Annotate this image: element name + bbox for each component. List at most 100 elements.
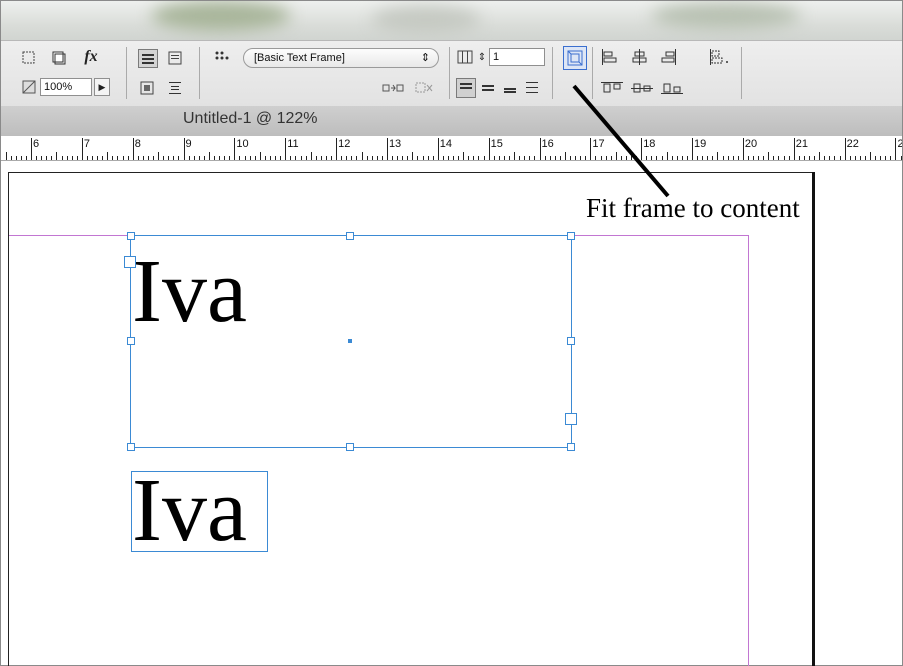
- frame-handle-bottom-right[interactable]: [567, 443, 575, 451]
- ruler-minor-tick: [56, 152, 58, 160]
- align-left-edges-icon[interactable]: [599, 47, 619, 67]
- ruler-minor-tick: [809, 156, 810, 160]
- ruler-minor-tick: [280, 156, 282, 160]
- fit-frame-to-content-icon[interactable]: [563, 46, 587, 70]
- distribute-top-icon[interactable]: [599, 79, 625, 97]
- frame-handle-bottom-middle[interactable]: [346, 443, 354, 451]
- ruler-minor-tick: [747, 156, 749, 160]
- ruler-minor-tick: [173, 156, 175, 160]
- ruler-minor-tick: [758, 156, 760, 160]
- frame-text-fitted[interactable]: Iva: [132, 466, 247, 556]
- ruler-minor-tick: [371, 156, 373, 160]
- ruler-minor-tick: [727, 156, 729, 160]
- frame-text-large[interactable]: Iva: [132, 247, 247, 337]
- drop-shadow-icon[interactable]: [51, 50, 67, 66]
- columns-icon: [456, 48, 474, 66]
- ruler-minor-tick: [544, 156, 546, 160]
- ruler-minor-tick: [849, 156, 851, 160]
- ruler-major-tick: [81, 138, 83, 160]
- object-style-dropdown[interactable]: [Basic Text Frame] ⇕: [243, 48, 439, 68]
- ruler-minor-tick: [259, 152, 261, 160]
- frame-handle-middle-left[interactable]: [127, 337, 135, 345]
- ruler-minor-tick: [570, 156, 571, 160]
- object-style-value: [Basic Text Frame]: [254, 52, 345, 64]
- ruler-major-tick: [844, 138, 846, 160]
- ruler-minor-tick: [661, 156, 663, 160]
- columns-field[interactable]: 1: [489, 48, 545, 66]
- columns-stepper-icon[interactable]: ⇕: [476, 48, 488, 66]
- ruler-minor-tick: [198, 156, 200, 160]
- page-edge-right: [812, 172, 815, 666]
- ruler-minor-tick: [315, 156, 317, 160]
- frame-handle-top-right[interactable]: [567, 232, 575, 240]
- align-horizontal-centers-icon[interactable]: [629, 47, 649, 67]
- ruler-minor-tick: [859, 156, 861, 160]
- align-text-bottom-icon[interactable]: [501, 78, 519, 96]
- ruler-minor-tick: [580, 156, 582, 160]
- frame-select-icon[interactable]: [21, 50, 37, 66]
- ruler-minor-tick: [798, 156, 800, 160]
- ruler-major-tick: [793, 138, 795, 160]
- ruler-minor-tick: [392, 156, 394, 160]
- frame-center-point[interactable]: [348, 339, 352, 343]
- frame-out-port-handle[interactable]: [565, 413, 577, 425]
- align-text-center-icon[interactable]: [479, 78, 497, 96]
- ruler-minor-tick: [5, 152, 7, 160]
- ruler-minor-tick: [508, 156, 510, 160]
- text-frame-options-icon[interactable]: [166, 49, 184, 66]
- ruler-minor-tick: [493, 156, 495, 160]
- align-right-edges-icon[interactable]: [659, 47, 679, 67]
- ruler-minor-tick: [819, 152, 821, 160]
- align-text-left-icon[interactable]: [456, 78, 476, 98]
- flip-icon[interactable]: [413, 80, 435, 96]
- opacity-field[interactable]: 100%: [40, 78, 92, 96]
- ruler-minor-tick: [768, 152, 770, 160]
- vertical-justification-icon[interactable]: [166, 79, 184, 96]
- frame-handle-bottom-left[interactable]: [127, 443, 135, 451]
- horizontal-ruler[interactable]: 6 7 8 9 10 11 12 13 14 15 16 17 18 19 20 21 22 23: [1, 136, 902, 161]
- ruler-minor-tick: [168, 156, 170, 160]
- ruler-minor-tick: [61, 156, 63, 160]
- ruler-minor-tick: [432, 156, 434, 160]
- ruler-minor-tick: [203, 156, 205, 160]
- ruler-label: 7: [83, 138, 90, 150]
- ruler-minor-tick: [412, 152, 414, 160]
- distribute-bottom-icon[interactable]: [659, 79, 685, 97]
- ruler-label: 16: [541, 138, 554, 150]
- ruler-minor-tick: [447, 156, 449, 160]
- frame-fitting-icon[interactable]: [138, 79, 156, 96]
- ruler-minor-tick: [86, 156, 88, 160]
- ruler-minor-tick: [442, 156, 444, 160]
- ruler-minor-tick: [320, 156, 322, 160]
- ruler-minor-tick: [534, 156, 536, 160]
- ruler-major-tick: [895, 138, 897, 160]
- align-text-justify-icon[interactable]: [523, 78, 541, 96]
- frame-handle-top-left[interactable]: [127, 232, 135, 240]
- ruler-major-tick: [336, 138, 338, 160]
- ruler-minor-tick: [397, 156, 399, 160]
- ruler-minor-tick: [666, 152, 668, 160]
- ruler-minor-tick: [407, 156, 409, 160]
- text-wrap-icon[interactable]: [138, 49, 158, 68]
- link-frames-icon[interactable]: [381, 80, 405, 96]
- annotation-label: Fit frame to content: [586, 193, 800, 223]
- document-tab-title[interactable]: Untitled-1 @ 122%: [183, 110, 318, 128]
- opacity-menu-arrow-icon[interactable]: ▶: [94, 78, 110, 96]
- frame-handle-middle-right[interactable]: [567, 337, 575, 345]
- frame-in-port-handle[interactable]: [124, 256, 136, 268]
- ruler-minor-tick: [117, 156, 119, 160]
- frame-handle-top-middle[interactable]: [346, 232, 354, 240]
- ruler-label: 9: [185, 138, 192, 150]
- ruler-minor-tick: [97, 156, 99, 160]
- effects-fx-icon[interactable]: fx: [79, 47, 103, 67]
- ruler-label: 15: [490, 138, 503, 150]
- ruler-minor-tick: [549, 156, 551, 160]
- ruler-minor-tick: [366, 156, 368, 160]
- grid-options-icon[interactable]: [211, 47, 235, 67]
- ruler-minor-tick: [20, 156, 22, 160]
- ruler-minor-tick: [46, 156, 48, 160]
- align-more-menu-icon[interactable]: [706, 47, 734, 67]
- ruler-minor-tick: [631, 156, 633, 160]
- distribute-center-icon[interactable]: [629, 79, 655, 97]
- ruler-minor-tick: [147, 156, 149, 160]
